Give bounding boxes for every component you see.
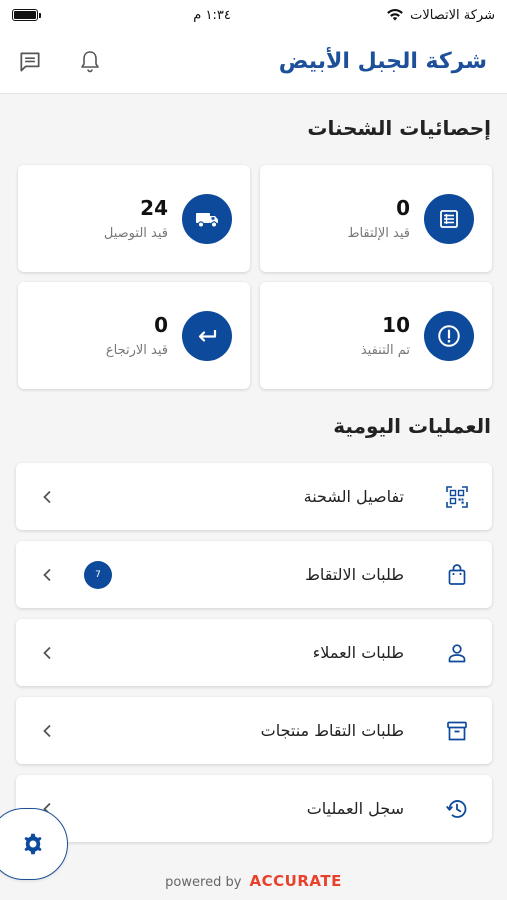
stat-card-pickup-pending[interactable]: 0 قيد الإلتقاط (260, 165, 492, 272)
powered-by-text: powered by (165, 875, 242, 890)
chevron-left-icon (40, 646, 54, 660)
operations-list: تفاصيل الشحنة طلبات الالتقاط 7 طلبات الع… (16, 463, 492, 842)
chevron-left-icon (40, 568, 54, 582)
op-item-operations-log[interactable]: سجل العمليات (16, 775, 492, 842)
history-icon (444, 796, 470, 822)
status-time: ١:٣٤ م (193, 7, 231, 23)
op-label: طلبات الالتقاط (305, 565, 404, 584)
operations-section-title: العمليات اليومية (333, 414, 491, 438)
stat-text: 0 قيد الإلتقاط (278, 196, 410, 241)
status-carrier-group: شركة الاتصالات (386, 8, 495, 23)
stat-card-return-pending[interactable]: 0 قيد الارتجاع (18, 282, 250, 389)
stat-text: 0 قيد الارتجاع (36, 313, 168, 358)
chevron-left-icon (40, 724, 54, 738)
brand-logo: ACCURATE (249, 872, 342, 890)
stat-value: 24 (140, 196, 168, 220)
list-icon (424, 193, 474, 244)
company-title: شركة الجبل الأبيض (278, 49, 487, 74)
status-bar: ١:٣٤ م شركة الاتصالات (0, 0, 507, 30)
stat-label: قيد الارتجاع (105, 343, 168, 358)
app-header: شركة الجبل الأبيض (0, 30, 507, 94)
stat-card-delivery-pending[interactable]: 24 قيد التوصيل (18, 165, 250, 272)
op-label: طلبات التقاط منتجات (260, 721, 404, 740)
archive-icon (444, 718, 470, 744)
battery-icon (12, 9, 41, 21)
gear-icon (24, 833, 42, 855)
stat-text: 10 تم التنفيذ (278, 313, 410, 358)
carrier-name: شركة الاتصالات (410, 7, 495, 23)
op-item-product-pickup-requests[interactable]: طلبات التقاط منتجات (16, 697, 492, 764)
footer: powered by ACCURATE (0, 872, 507, 890)
op-label: تفاصيل الشحنة (303, 487, 404, 506)
op-label: سجل العمليات (306, 799, 404, 818)
bag-icon (444, 562, 470, 588)
count-badge: 7 (84, 560, 112, 589)
stat-label: قيد الإلتقاط (347, 226, 410, 241)
stats-section-title: إحصائيات الشحنات (307, 116, 491, 140)
truck-icon (182, 193, 232, 244)
op-item-pickup-requests[interactable]: طلبات الالتقاط 7 (16, 541, 492, 608)
settings-button[interactable] (0, 808, 68, 880)
stat-label: تم التنفيذ (360, 343, 410, 358)
stat-value: 10 (382, 313, 410, 337)
chat-icon[interactable] (16, 48, 44, 76)
stat-value: 0 (396, 196, 410, 220)
person-icon (444, 640, 470, 666)
chevron-left-icon (40, 490, 54, 504)
op-label: طلبات العملاء (312, 643, 404, 662)
stat-card-completed[interactable]: 10 تم التنفيذ (260, 282, 492, 389)
qr-code-icon (444, 484, 470, 510)
stats-grid: 0 قيد الإلتقاط 24 قيد التوصيل 10 تم التن… (16, 165, 492, 389)
bell-icon[interactable] (76, 48, 104, 76)
return-arrow-icon (182, 310, 232, 361)
header-actions (16, 48, 104, 76)
stat-label: قيد التوصيل (103, 226, 168, 241)
stat-value: 0 (154, 313, 168, 337)
op-item-shipment-details[interactable]: تفاصيل الشحنة (16, 463, 492, 530)
exclamation-icon (424, 310, 474, 361)
stat-text: 24 قيد التوصيل (36, 196, 168, 241)
wifi-icon (387, 9, 403, 21)
op-item-customer-requests[interactable]: طلبات العملاء (16, 619, 492, 686)
